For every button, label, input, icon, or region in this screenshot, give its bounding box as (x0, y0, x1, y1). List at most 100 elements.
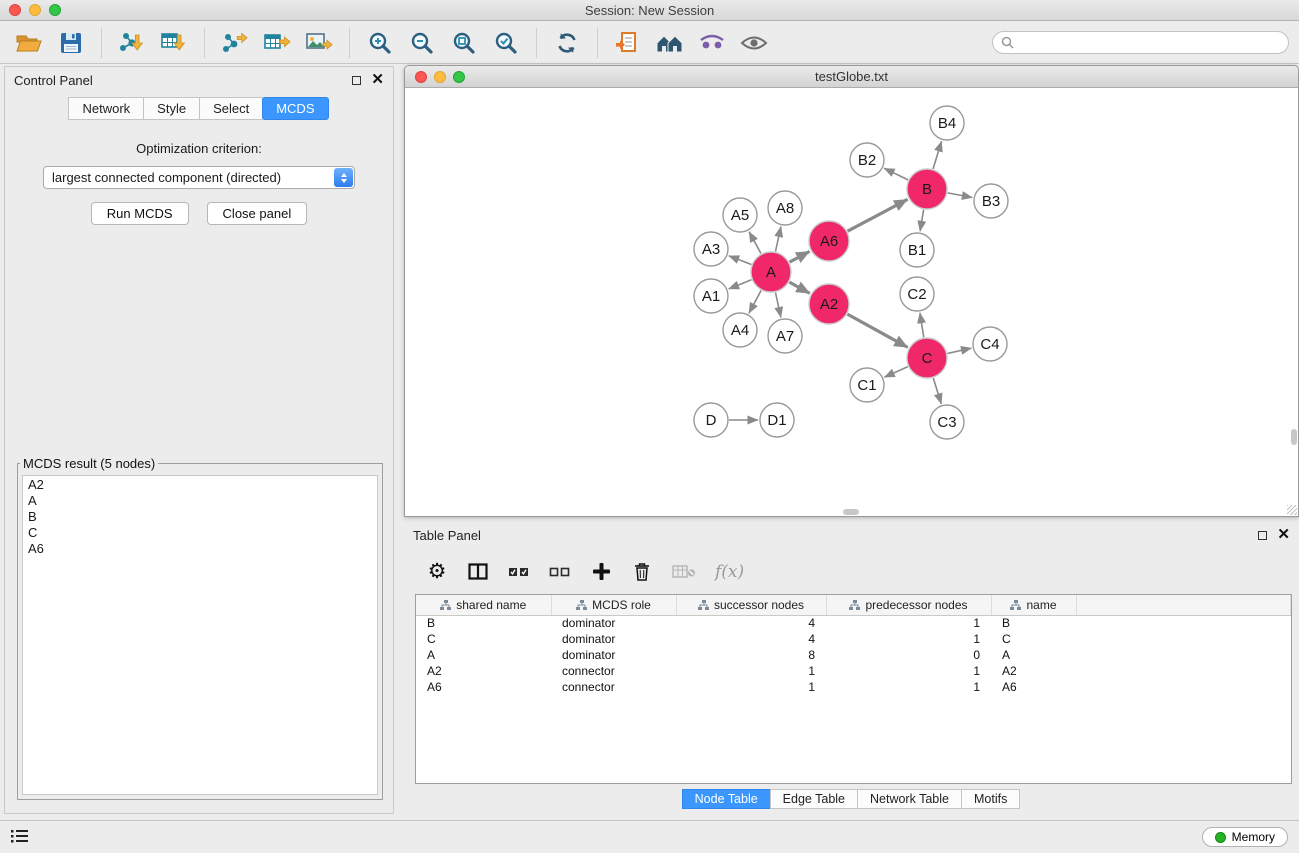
graph-node-C[interactable]: C (907, 338, 947, 378)
zoom-out-button[interactable] (403, 25, 441, 61)
graph-edge[interactable] (847, 314, 907, 347)
network-zoom-button[interactable] (453, 71, 465, 83)
deselect-all-button[interactable] (549, 559, 571, 585)
table-settings-button[interactable]: ⚙ (426, 559, 448, 585)
optimization-criterion-dropdown[interactable]: largest connected component (directed) (43, 166, 355, 189)
graph-edge[interactable] (933, 141, 941, 169)
save-session-button[interactable] (52, 25, 90, 61)
zoom-selected-button[interactable] (487, 25, 525, 61)
column-header-mcds-role[interactable]: MCDS role (551, 595, 676, 615)
graph-node-D[interactable]: D (694, 403, 728, 437)
graph-edge[interactable] (775, 293, 780, 318)
delete-table-button[interactable] (672, 559, 696, 585)
float-panel-icon[interactable] (352, 76, 361, 85)
graph-edge[interactable] (884, 168, 908, 180)
table-row[interactable]: Adominator80A (416, 647, 1291, 663)
graph-node-C2[interactable]: C2 (900, 277, 934, 311)
close-panel-icon[interactable]: ✕ (371, 75, 384, 85)
add-column-button[interactable] (590, 559, 612, 585)
graph-edge[interactable] (848, 199, 908, 231)
tab-node-table[interactable]: Node Table (682, 789, 771, 809)
graph-node-C4[interactable]: C4 (973, 327, 1007, 361)
minimize-window-button[interactable] (29, 4, 41, 16)
network-close-button[interactable] (415, 71, 427, 83)
horizontal-scrollbar-thumb[interactable] (843, 509, 859, 515)
graph-edge[interactable] (775, 227, 780, 252)
graph-node-B2[interactable]: B2 (850, 143, 884, 177)
task-history-button[interactable] (11, 829, 29, 846)
close-window-button[interactable] (9, 4, 21, 16)
graph-node-C1[interactable]: C1 (850, 368, 884, 402)
graph-node-A7[interactable]: A7 (768, 319, 802, 353)
tab-network[interactable]: Network (68, 97, 144, 120)
column-header-successor-nodes[interactable]: successor nodes (676, 595, 826, 615)
result-item[interactable]: C (28, 525, 372, 541)
result-item[interactable]: A6 (28, 541, 372, 557)
column-header-name[interactable]: name (991, 595, 1076, 615)
tab-network-table[interactable]: Network Table (857, 789, 962, 809)
run-mcds-button[interactable]: Run MCDS (91, 202, 189, 225)
graph-edge[interactable] (947, 348, 971, 353)
mcds-result-list[interactable]: A2ABCA6 (22, 475, 378, 795)
show-panel-button[interactable] (735, 25, 773, 61)
search-input[interactable] (1019, 36, 1280, 50)
graph-node-B4[interactable]: B4 (930, 106, 964, 140)
graph-edge[interactable] (789, 282, 809, 293)
home-button[interactable] (651, 25, 689, 61)
graph-edge[interactable] (749, 232, 761, 254)
export-network-button[interactable] (216, 25, 254, 61)
import-network-file-button[interactable] (113, 25, 151, 61)
graph-node-A8[interactable]: A8 (768, 191, 802, 225)
search-box[interactable] (992, 31, 1289, 54)
graph-node-C3[interactable]: C3 (930, 405, 964, 439)
table-row[interactable]: A6connector11A6 (416, 679, 1291, 695)
memory-button[interactable]: Memory (1202, 827, 1288, 847)
graph-node-D1[interactable]: D1 (760, 403, 794, 437)
tab-select[interactable]: Select (199, 97, 263, 120)
zoom-in-button[interactable] (361, 25, 399, 61)
hide-panel-button[interactable] (693, 25, 731, 61)
close-panel-button[interactable]: Close panel (207, 202, 308, 225)
graph-node-A1[interactable]: A1 (694, 279, 728, 313)
open-file-button[interactable] (10, 25, 48, 61)
graph-node-A[interactable]: A (751, 252, 791, 292)
delete-column-button[interactable] (631, 559, 653, 585)
graph-edge[interactable] (790, 251, 810, 262)
result-item[interactable]: B (28, 509, 372, 525)
function-builder-button[interactable]: f(x) (715, 559, 744, 585)
tab-mcds[interactable]: MCDS (262, 97, 328, 120)
table-row[interactable]: A2connector11A2 (416, 663, 1291, 679)
export-table-button[interactable] (258, 25, 296, 61)
zoom-window-button[interactable] (49, 4, 61, 16)
refresh-button[interactable] (548, 25, 586, 61)
graph-edge[interactable] (729, 256, 752, 265)
report-button[interactable] (609, 25, 647, 61)
close-table-panel-icon[interactable]: ✕ (1277, 530, 1290, 540)
graph-edge[interactable] (749, 291, 761, 314)
graph-node-A2[interactable]: A2 (809, 284, 849, 324)
vertical-scrollbar-thumb[interactable] (1291, 429, 1297, 445)
graph-node-A6[interactable]: A6 (809, 221, 849, 261)
graph-node-B3[interactable]: B3 (974, 184, 1008, 218)
import-table-file-button[interactable] (155, 25, 193, 61)
show-columns-button[interactable] (467, 559, 489, 585)
graph-node-B1[interactable]: B1 (900, 233, 934, 267)
graph-edge[interactable] (933, 378, 941, 404)
table-row[interactable]: Bdominator41B (416, 615, 1291, 631)
column-header-predecessor-nodes[interactable]: predecessor nodes (826, 595, 991, 615)
export-image-button[interactable] (300, 25, 338, 61)
network-graph[interactable]: B4 B2 B B3 A5 A8A6 A3 A B1 A1 A2 C2 A4 A7 C4 C C1 D D1 C3 (405, 89, 1298, 516)
graph-node-A5[interactable]: A5 (723, 198, 757, 232)
graph-node-A4[interactable]: A4 (723, 313, 757, 347)
result-item[interactable]: A2 (28, 477, 372, 493)
graph-edge[interactable] (920, 313, 924, 337)
graph-node-A3[interactable]: A3 (694, 232, 728, 266)
graph-node-B[interactable]: B (907, 169, 947, 209)
tab-style[interactable]: Style (143, 97, 200, 120)
column-header-shared-name[interactable]: shared name (416, 595, 551, 615)
graph-edge[interactable] (729, 280, 752, 289)
tab-motifs[interactable]: Motifs (961, 789, 1020, 809)
graph-edge[interactable] (948, 193, 973, 198)
float-table-panel-icon[interactable] (1258, 531, 1267, 540)
network-window-titlebar[interactable]: testGlobe.txt (405, 66, 1298, 88)
